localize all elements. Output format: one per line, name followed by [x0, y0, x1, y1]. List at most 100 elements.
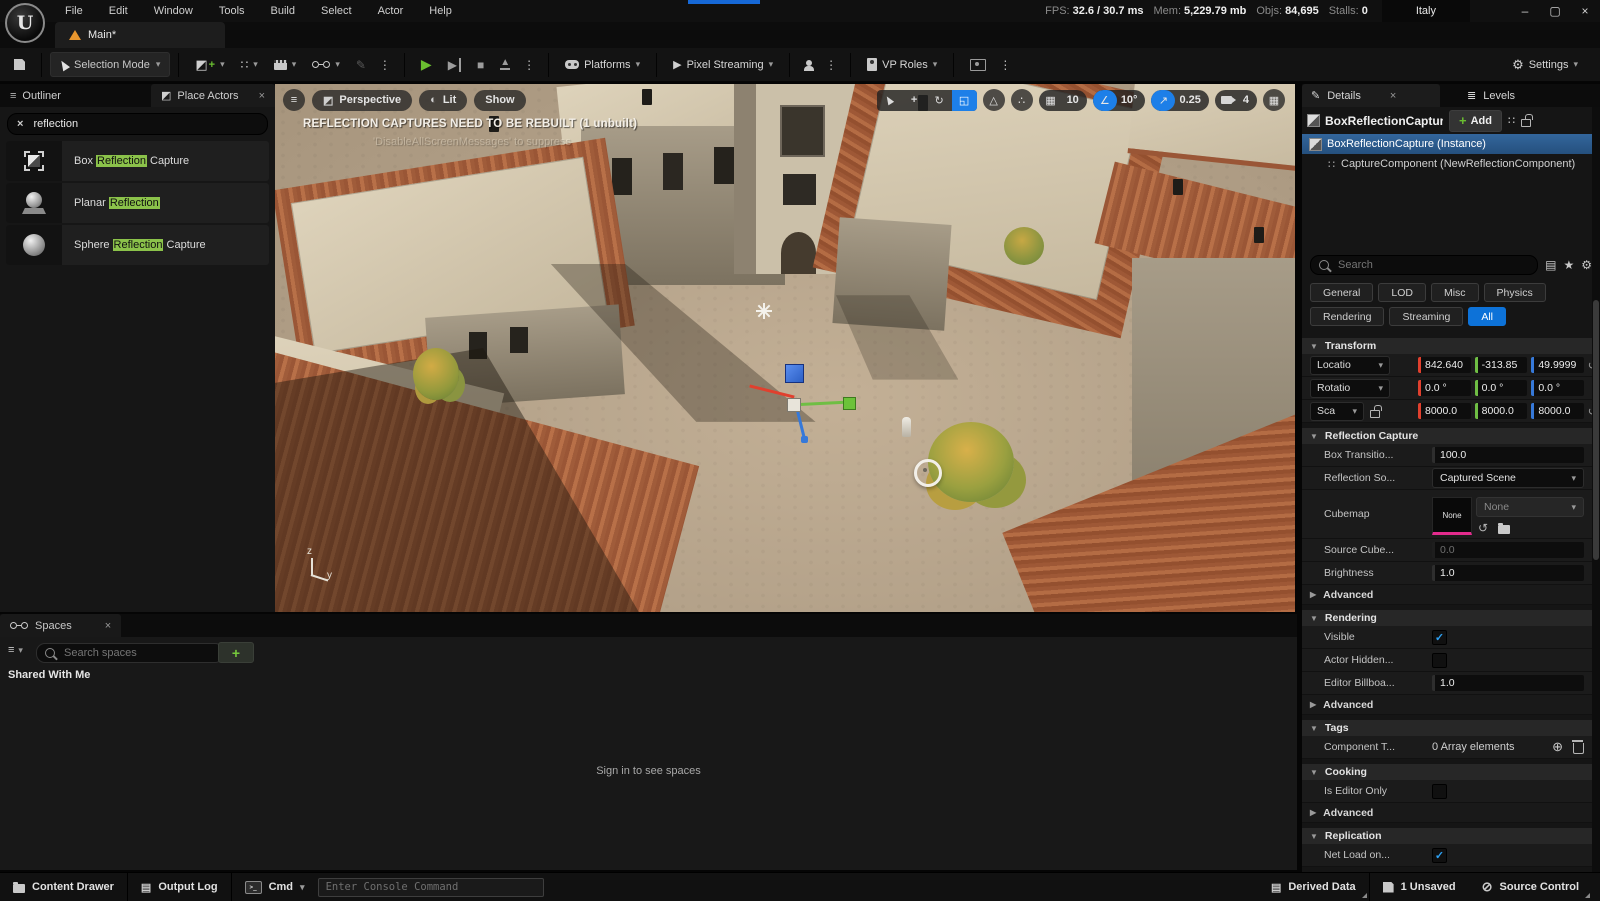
clear-array-icon[interactable] — [1573, 743, 1584, 754]
add-actor-dropdown[interactable]: ◩ + ▾ — [187, 53, 232, 77]
cmd-dropdown[interactable]: >_ Cmd ▾ — [232, 873, 318, 901]
menu-help[interactable]: Help — [416, 0, 465, 22]
reflection-source-dropdown[interactable]: Captured Scene▾ — [1432, 468, 1584, 488]
gizmo-y-handle[interactable] — [843, 397, 856, 410]
spaces-filter-button[interactable]: ≡▾ — [8, 644, 23, 656]
chip-all[interactable]: All — [1468, 307, 1506, 326]
toolbar-overflow-menu[interactable]: ⋮ — [374, 58, 396, 72]
grid-snap-control[interactable]: ▦ 10 — [1039, 90, 1087, 111]
scale-snap-control[interactable]: ↗ 0.25 — [1151, 90, 1208, 111]
frame-skip-button[interactable]: ▶ — [440, 53, 469, 77]
restore-button[interactable]: ▢ — [1540, 0, 1570, 22]
level-tab-main[interactable]: Main* — [55, 22, 225, 48]
unreal-logo-icon[interactable]: U — [5, 3, 45, 43]
section-tags[interactable]: ▼Tags — [1302, 720, 1600, 736]
close-icon[interactable]: × — [259, 90, 265, 102]
stop-button[interactable]: ■ — [469, 53, 492, 77]
vp-roles-dropdown[interactable]: VP Roles▾ — [859, 53, 945, 77]
rotation-z-field[interactable]: 0.0 ° — [1531, 380, 1584, 396]
sequencer-dropdown[interactable]: ▾ — [304, 53, 348, 77]
spaces-search-input[interactable] — [62, 646, 186, 660]
details-search-input[interactable] — [1336, 258, 1480, 272]
scale-x-field[interactable]: 8000.0 — [1418, 403, 1471, 419]
maximize-viewport-button[interactable]: ▦ — [1263, 89, 1285, 111]
scale-dropdown[interactable]: Sca▾ — [1310, 402, 1364, 421]
location-x-field[interactable]: 842.640 — [1418, 357, 1471, 373]
box-transition-field[interactable]: 100.0 — [1432, 447, 1584, 463]
scale-y-field[interactable]: 8000.0 — [1475, 403, 1528, 419]
cubemap-thumbnail[interactable]: None — [1432, 497, 1472, 535]
chip-rendering[interactable]: Rendering — [1310, 307, 1384, 326]
net-load-checkbox[interactable]: ✓ — [1432, 848, 1447, 863]
viewport-options-menu[interactable]: ≡ — [283, 89, 305, 111]
selection-mode-dropdown[interactable]: Selection Mode ▾ — [50, 52, 170, 77]
favorites-star-icon[interactable]: ★ — [1563, 258, 1574, 272]
content-drawer-button[interactable]: Content Drawer — [0, 873, 127, 901]
section-replication[interactable]: ▼Replication — [1302, 828, 1600, 844]
is-editor-only-checkbox[interactable] — [1432, 784, 1447, 799]
display-options-icon[interactable]: ▤ — [1545, 258, 1556, 272]
visible-checkbox[interactable]: ✓ — [1432, 630, 1447, 645]
section-rendering[interactable]: ▼Rendering — [1302, 610, 1600, 626]
chip-general[interactable]: General — [1310, 283, 1373, 302]
multi-user-button[interactable] — [798, 53, 820, 77]
location-y-field[interactable]: -313.85 — [1475, 357, 1528, 373]
gizmo-z-handle[interactable] — [801, 436, 808, 443]
blueprints-dropdown[interactable]: ∷▾ — [233, 53, 266, 77]
chip-misc[interactable]: Misc — [1431, 283, 1479, 302]
output-log-button[interactable]: ▤ Output Log — [128, 873, 231, 901]
unsaved-button[interactable]: 1 Unsaved — [1370, 873, 1469, 901]
tab-outliner[interactable]: ≡ Outliner — [0, 84, 71, 107]
menu-edit[interactable]: Edit — [96, 0, 141, 22]
rotation-y-field[interactable]: 0.0 ° — [1475, 380, 1528, 396]
console-command-input[interactable]: Enter Console Command — [318, 878, 544, 897]
cinematics-dropdown[interactable]: ▾ — [266, 53, 305, 77]
tab-place-actors[interactable]: ◩ Place Actors × — [151, 84, 275, 107]
section-reflection-capture[interactable]: ▼Reflection Capture — [1302, 428, 1600, 444]
unlock-icon[interactable] — [1521, 119, 1531, 127]
scale-tool-button[interactable]: ◱ — [952, 90, 977, 111]
section-transform[interactable]: ▼Transform — [1302, 338, 1600, 354]
place-actors-search[interactable]: × — [7, 113, 268, 135]
level-viewport[interactable]: z y REFLECTION CAPTURES NEED TO BE REBUI… — [275, 84, 1295, 612]
camera-speed-control[interactable]: 4 — [1215, 90, 1257, 111]
tab-spaces[interactable]: Spaces × — [0, 614, 121, 637]
play-options-menu[interactable]: ⋮ — [518, 58, 540, 72]
reflection-advanced-expander[interactable]: ▶Advanced — [1302, 585, 1600, 605]
list-item-sphere-reflection-capture[interactable]: Sphere Reflection Capture — [6, 225, 269, 265]
minimize-button[interactable]: – — [1510, 0, 1540, 22]
source-control-button[interactable]: ⊘ Source Control — [1469, 873, 1592, 901]
close-icon[interactable]: × — [105, 620, 111, 632]
details-scrollbar-thumb[interactable] — [1593, 300, 1599, 560]
chip-physics[interactable]: Physics — [1484, 283, 1546, 302]
derived-data-button[interactable]: ▤ Derived Data — [1258, 873, 1369, 901]
settings-dropdown[interactable]: ⚙ Settings▾ — [1504, 53, 1586, 77]
menu-build[interactable]: Build — [258, 0, 308, 22]
play-button[interactable]: ▶ — [413, 53, 440, 77]
browse-asset-icon[interactable] — [1498, 525, 1510, 534]
menu-actor[interactable]: Actor — [365, 0, 417, 22]
platforms-dropdown[interactable]: Platforms▾ — [557, 53, 648, 77]
location-z-field[interactable]: 49.9999 — [1531, 357, 1584, 373]
rotate-tool-button[interactable]: ↻ — [927, 90, 952, 111]
perspective-dropdown[interactable]: ◩ Perspective — [312, 90, 412, 111]
rotation-dropdown[interactable]: Rotatio▾ — [1310, 379, 1390, 398]
move-tool-button[interactable]: + — [902, 90, 927, 111]
menu-tools[interactable]: Tools — [206, 0, 258, 22]
chip-lod[interactable]: LOD — [1378, 283, 1426, 302]
cooking-advanced-expander[interactable]: ▶Advanced — [1302, 803, 1600, 823]
brightness-field[interactable]: 1.0 — [1432, 565, 1584, 581]
light-bulb-sprite-icon[interactable] — [914, 459, 942, 487]
show-flags-dropdown[interactable]: Show — [474, 90, 525, 111]
list-item-planar-reflection[interactable]: Planar Reflection — [6, 183, 269, 223]
select-tool-button[interactable] — [877, 90, 902, 111]
component-tree-child[interactable]: ∷ CaptureComponent (NewReflectionCompone… — [1302, 154, 1600, 174]
add-space-button[interactable]: + — [218, 642, 254, 663]
close-icon[interactable]: × — [1390, 90, 1396, 102]
add-element-icon[interactable]: ⊕ — [1552, 739, 1563, 755]
tab-details[interactable]: ✎ Details × — [1302, 84, 1440, 107]
save-button[interactable] — [6, 53, 33, 77]
rotation-snap-control[interactable]: ∠ 10° — [1093, 90, 1146, 111]
menu-window[interactable]: Window — [141, 0, 206, 22]
scale-z-field[interactable]: 8000.0 — [1531, 403, 1584, 419]
